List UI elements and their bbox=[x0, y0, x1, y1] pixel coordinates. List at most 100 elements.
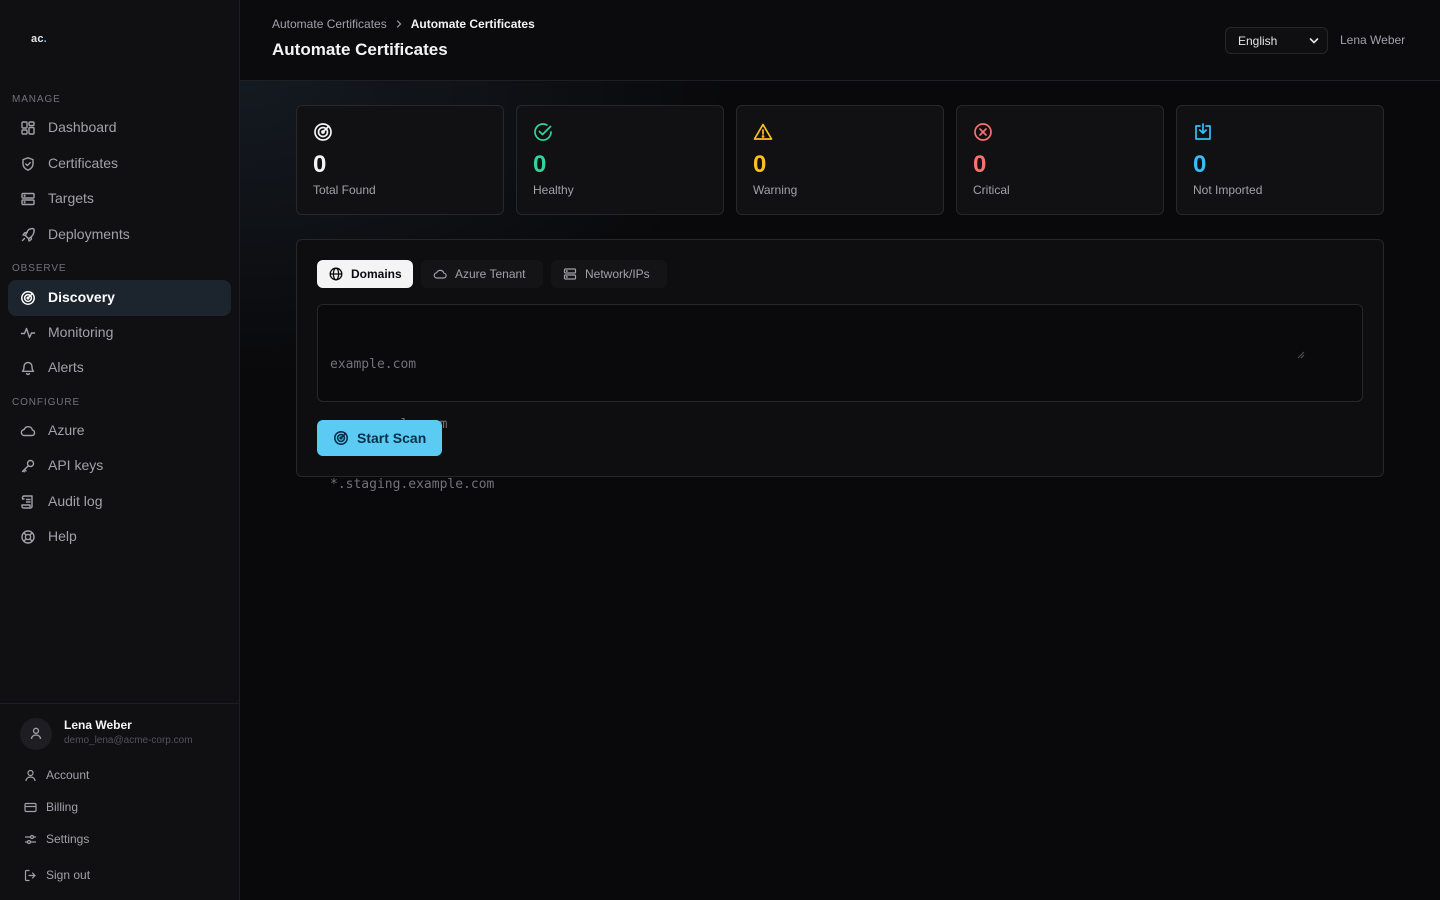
account-link-label: Account bbox=[46, 768, 90, 782]
sign-out-icon bbox=[24, 869, 46, 882]
avatar[interactable] bbox=[20, 718, 52, 750]
sidebar-item-label: Certificates bbox=[48, 155, 119, 171]
language-select-value: English bbox=[1238, 33, 1278, 48]
sidebar-item-audit-log[interactable]: Audit log bbox=[8, 484, 231, 520]
domains-textarea[interactable]: example.com app.example.com *.staging.ex… bbox=[317, 304, 1363, 492]
stat-caption: Total Found bbox=[313, 183, 376, 197]
stat-value: 0 bbox=[973, 151, 987, 178]
logo-dot: . bbox=[43, 33, 47, 45]
sidebar-user-block: Lena Weber demo_lena@acme-corp.com Accou… bbox=[0, 703, 239, 900]
main-content: 0 Total Found 0 Healthy 0 Warning 0 Crit… bbox=[240, 81, 1440, 900]
stat-value: 0 bbox=[1193, 151, 1207, 178]
section-label-observe: OBSERVE bbox=[12, 263, 67, 274]
stat-value: 0 bbox=[313, 151, 327, 178]
logo-text: ac bbox=[31, 33, 44, 45]
stat-card-warning: 0 Warning bbox=[736, 105, 944, 215]
shield-icon bbox=[20, 156, 36, 172]
stat-card-healthy: 0 Healthy bbox=[516, 105, 724, 215]
placeholder-line: *.staging.example.com bbox=[330, 477, 495, 492]
lifebuoy-icon bbox=[20, 529, 36, 545]
page-title: Automate Certificates bbox=[272, 40, 448, 59]
stat-card-critical: 0 Critical bbox=[956, 105, 1164, 215]
stat-card-total-found: 0 Total Found bbox=[296, 105, 504, 215]
sidebar: ac. MANAGE Dashboard Certificates Target… bbox=[0, 0, 240, 900]
sidebar-item-label: API keys bbox=[48, 457, 104, 473]
stat-caption: Critical bbox=[973, 183, 1010, 197]
stat-value: 0 bbox=[533, 151, 547, 178]
breadcrumb-item-current: Automate Certificates bbox=[410, 17, 535, 31]
breadcrumb: Automate Certificates Automate Certifica… bbox=[272, 17, 535, 31]
stat-card-not-imported: 0 Not Imported bbox=[1176, 105, 1384, 215]
sidebar-item-label: Dashboard bbox=[48, 119, 117, 135]
top-header: Automate Certificates Automate Certifica… bbox=[240, 0, 1440, 81]
user-icon bbox=[24, 769, 46, 782]
sidebar-item-certificates[interactable]: Certificates bbox=[8, 146, 231, 182]
scan-panel: Domains Azure Tenant Network/IPs example… bbox=[296, 239, 1384, 492]
settings-link[interactable]: Settings bbox=[24, 830, 89, 848]
language-select[interactable]: English bbox=[1225, 27, 1328, 54]
account-link[interactable]: Account bbox=[24, 766, 89, 784]
sidebar-item-dashboard[interactable]: Dashboard bbox=[8, 110, 231, 146]
sign-out-link[interactable]: Sign out bbox=[24, 866, 90, 884]
billing-link[interactable]: Billing bbox=[24, 798, 78, 816]
credit-card-icon bbox=[24, 801, 46, 814]
sidebar-item-alerts[interactable]: Alerts bbox=[8, 350, 231, 386]
radar-icon bbox=[20, 290, 36, 306]
chevron-right-icon bbox=[395, 20, 403, 28]
x-circle-icon bbox=[973, 122, 993, 142]
stat-caption: Healthy bbox=[533, 183, 574, 197]
import-icon bbox=[1193, 122, 1213, 142]
server-icon bbox=[563, 267, 585, 281]
tab-label: Network/IPs bbox=[585, 267, 650, 281]
sidebar-item-help[interactable]: Help bbox=[8, 519, 231, 555]
start-scan-button[interactable]: Start Scan bbox=[317, 420, 442, 456]
tab-domains[interactable]: Domains bbox=[317, 260, 413, 288]
sidebar-item-label: Azure bbox=[48, 422, 85, 438]
sidebar-item-deployments[interactable]: Deployments bbox=[8, 217, 231, 253]
sidebar-item-label: Discovery bbox=[48, 289, 115, 305]
tab-network-ips[interactable]: Network/IPs bbox=[551, 260, 667, 288]
logo[interactable]: ac. bbox=[31, 33, 47, 45]
globe-icon bbox=[329, 267, 351, 281]
cloud-icon bbox=[433, 267, 455, 281]
breadcrumb-item-root[interactable]: Automate Certificates bbox=[272, 17, 387, 31]
sidebar-item-label: Audit log bbox=[48, 493, 103, 509]
stat-caption: Warning bbox=[753, 183, 798, 197]
sidebar-item-label: Alerts bbox=[48, 359, 84, 375]
tab-label: Domains bbox=[351, 267, 402, 281]
bell-icon bbox=[20, 360, 36, 376]
sidebar-item-monitoring[interactable]: Monitoring bbox=[8, 315, 231, 351]
warning-icon bbox=[753, 122, 773, 142]
sidebar-item-label: Help bbox=[48, 528, 77, 544]
radar-icon bbox=[313, 122, 333, 142]
sign-out-link-label: Sign out bbox=[46, 868, 91, 882]
resize-handle-icon[interactable] bbox=[1297, 311, 1360, 399]
sidebar-item-targets[interactable]: Targets bbox=[8, 181, 231, 217]
stat-value: 0 bbox=[753, 151, 767, 178]
sidebar-item-discovery[interactable]: Discovery bbox=[8, 280, 231, 316]
sidebar-item-label: Monitoring bbox=[48, 324, 114, 340]
user-name: Lena Weber bbox=[64, 718, 132, 732]
sidebar-item-api-keys[interactable]: API keys bbox=[8, 448, 231, 484]
tab-azure-tenant[interactable]: Azure Tenant bbox=[421, 260, 543, 288]
placeholder-line: app.example.com bbox=[330, 415, 1350, 435]
sidebar-item-azure[interactable]: Azure bbox=[8, 413, 231, 449]
sliders-icon bbox=[24, 833, 46, 846]
placeholder-line: example.com bbox=[330, 357, 417, 372]
settings-link-label: Settings bbox=[46, 832, 90, 846]
header-user-name[interactable]: Lena Weber bbox=[1340, 33, 1405, 47]
user-email: demo_lena@acme-corp.com bbox=[64, 735, 193, 746]
dashboard-icon bbox=[20, 120, 36, 136]
key-icon bbox=[20, 458, 36, 474]
section-label-configure: CONFIGURE bbox=[12, 397, 81, 408]
server-icon bbox=[20, 191, 36, 207]
check-circle-icon bbox=[533, 122, 553, 142]
cloud-icon bbox=[20, 423, 36, 439]
activity-icon bbox=[20, 325, 36, 341]
stat-caption: Not Imported bbox=[1193, 183, 1263, 197]
rocket-icon bbox=[20, 227, 36, 243]
sidebar-item-label: Deployments bbox=[48, 226, 130, 242]
section-label-manage: MANAGE bbox=[12, 94, 61, 105]
billing-link-label: Billing bbox=[46, 800, 79, 814]
start-scan-label: Start Scan bbox=[357, 430, 427, 446]
